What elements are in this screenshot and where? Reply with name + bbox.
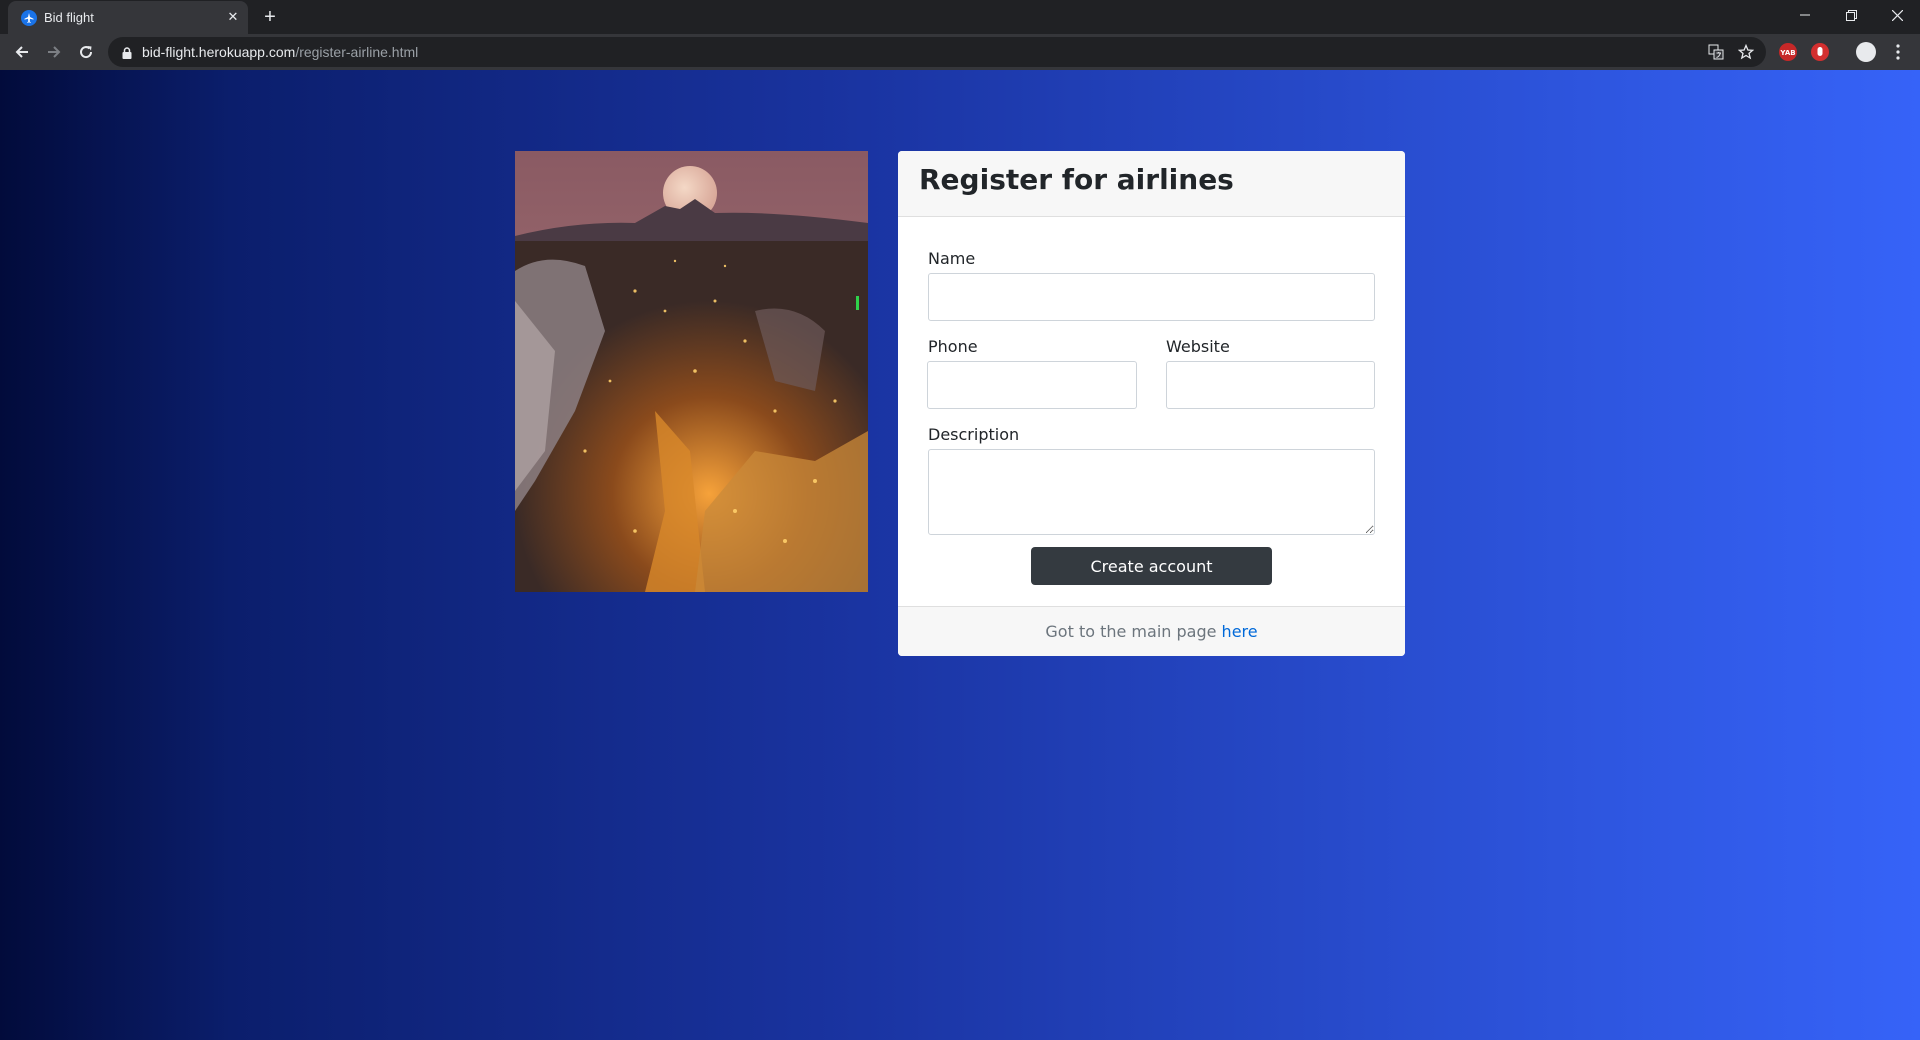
tab-close-icon[interactable]: ✕ <box>224 8 242 26</box>
name-label: Name <box>928 249 976 268</box>
description-textarea[interactable] <box>928 449 1375 535</box>
minimize-icon[interactable] <box>1782 0 1828 30</box>
browser-tab-strip: Bid flight ✕ + <box>0 0 1920 34</box>
url-host: bid-flight.herokuapp.com <box>142 44 296 60</box>
extension-badge-text: YAB <box>1779 49 1795 57</box>
reload-icon[interactable] <box>72 38 100 66</box>
footer-text: Got to the main page <box>1045 622 1222 641</box>
card-header: Register for airlines <box>898 151 1405 217</box>
description-label: Description <box>928 425 1020 444</box>
yab-extension-icon[interactable]: YAB <box>1778 42 1798 62</box>
back-icon[interactable] <box>8 38 36 66</box>
register-airline-card: Register for airlines Name Phone Website… <box>898 151 1405 656</box>
translate-icon[interactable] <box>1706 42 1726 62</box>
create-account-button[interactable]: Create account <box>1031 547 1272 585</box>
card-footer: Got to the main page here <box>898 606 1405 656</box>
new-tab-button[interactable]: + <box>258 5 282 29</box>
phone-label: Phone <box>928 337 978 356</box>
restore-icon[interactable] <box>1828 0 1874 30</box>
url-path: /register-airline.html <box>295 44 419 60</box>
close-window-icon[interactable] <box>1874 0 1920 30</box>
website-label: Website <box>1166 337 1230 356</box>
browser-toolbar: bid-flight.herokuapp.com/register-airlin… <box>0 34 1920 70</box>
browser-tab[interactable]: Bid flight ✕ <box>8 1 248 34</box>
main-page-link[interactable]: here <box>1222 622 1258 641</box>
name-input[interactable] <box>928 273 1375 321</box>
star-icon[interactable] <box>1736 42 1756 62</box>
forward-icon[interactable] <box>40 38 68 66</box>
address-bar[interactable]: bid-flight.herokuapp.com/register-airlin… <box>108 37 1766 67</box>
url-text: bid-flight.herokuapp.com/register-airlin… <box>142 44 418 60</box>
more-menu-icon[interactable] <box>1888 40 1908 64</box>
website-input[interactable] <box>1166 361 1375 409</box>
page-title: Register for airlines <box>919 163 1234 196</box>
stop-hand-extension-icon[interactable] <box>1810 42 1830 62</box>
tab-title: Bid flight <box>44 10 94 25</box>
phone-input[interactable] <box>927 361 1137 409</box>
airplane-favicon-icon <box>21 10 37 26</box>
profile-avatar-icon[interactable] <box>1856 42 1876 62</box>
lock-icon <box>122 46 132 64</box>
cappadocia-night-photo <box>515 151 868 592</box>
page-background: Register for airlines Name Phone Website… <box>0 70 1920 1040</box>
